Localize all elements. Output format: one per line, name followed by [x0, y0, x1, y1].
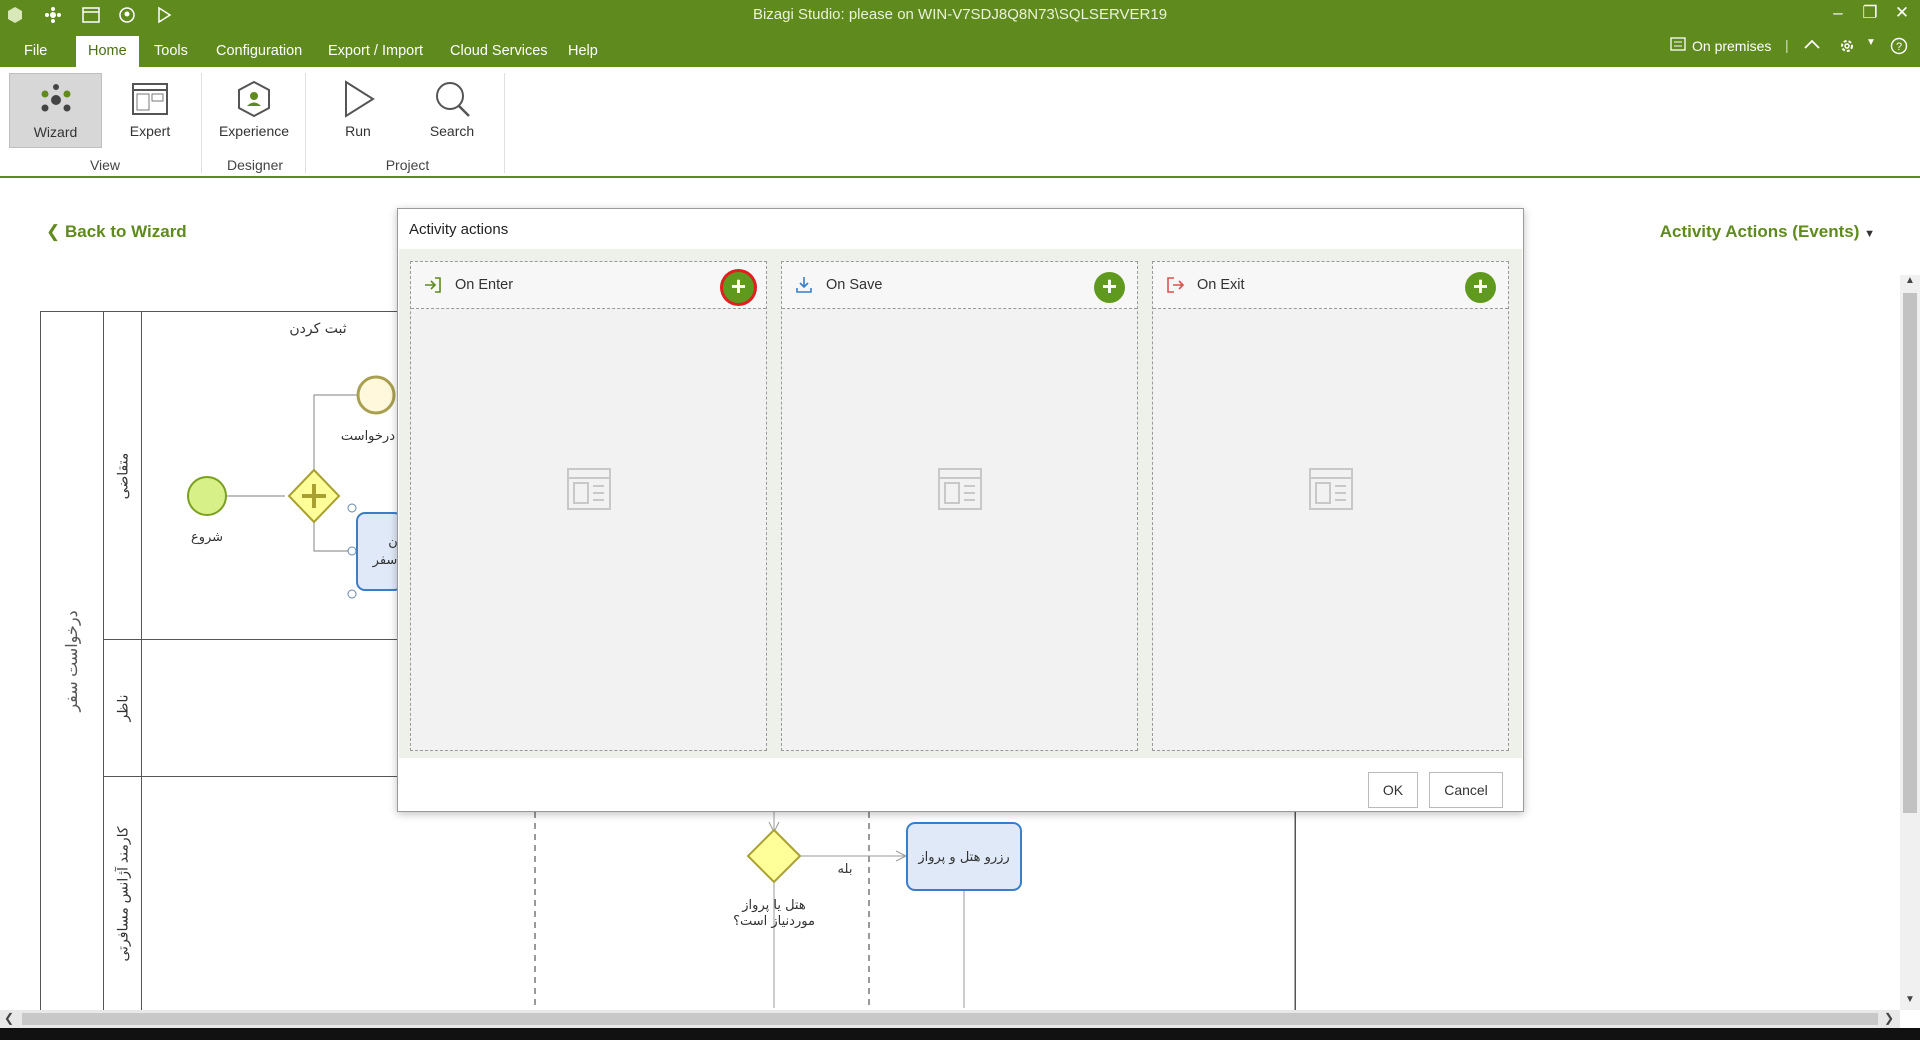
- sequence-flow: [313, 512, 356, 552]
- dialog-body: On Enter + On Save + On Exit +: [399, 249, 1522, 758]
- panel-label: On Enter: [455, 277, 514, 293]
- gateway-label-line1: هتل یا پرواز: [741, 898, 806, 913]
- end-event[interactable]: [356, 375, 396, 415]
- exclusive-gateway[interactable]: [746, 828, 802, 884]
- horizontal-scrollbar[interactable]: ❮ ❯: [0, 1010, 1900, 1028]
- activity-actions-dialog: Activity actions On Enter + On Save + On…: [397, 208, 1524, 812]
- add-on-save-action-button[interactable]: +: [1094, 272, 1125, 303]
- plus-icon: +: [1472, 271, 1489, 301]
- add-on-exit-action-button[interactable]: +: [1465, 272, 1496, 303]
- scroll-thumb[interactable]: [1903, 293, 1917, 813]
- panel-header: On Save +: [782, 262, 1137, 309]
- exit-icon: [1167, 277, 1185, 293]
- dialog-footer: OK Cancel: [398, 758, 1523, 811]
- add-on-enter-action-button[interactable]: +: [723, 272, 754, 303]
- flow-label-yes: بله: [838, 862, 853, 877]
- scroll-right-arrow[interactable]: ❯: [1884, 1011, 1894, 1025]
- start-event-label: شروع: [191, 530, 223, 545]
- scroll-thumb[interactable]: [22, 1013, 1878, 1025]
- empty-form-icon: [938, 468, 982, 510]
- task-partial[interactable]: [356, 512, 403, 591]
- scroll-left-arrow[interactable]: ❮: [4, 1011, 14, 1025]
- dialog-title: Activity actions: [409, 221, 509, 238]
- panel-header: On Exit +: [1153, 262, 1508, 309]
- scroll-up-arrow[interactable]: ▲: [1900, 275, 1920, 291]
- vertical-scrollbar[interactable]: ▲ ▼: [1900, 275, 1920, 1010]
- cancel-button[interactable]: Cancel: [1429, 772, 1503, 808]
- phase-label: ثبت کردن: [289, 321, 346, 337]
- download-icon: [796, 277, 812, 293]
- gateway-label-line2: موردنیاز است؟: [733, 914, 815, 929]
- plus-icon: +: [1101, 271, 1118, 301]
- panel-label: On Save: [826, 277, 883, 293]
- task-booking-label: رزرو هتل و پرواز: [917, 850, 1009, 865]
- on-enter-panel: On Enter +: [410, 261, 767, 751]
- empty-form-icon: [1309, 468, 1353, 510]
- end-event-label: درخواست: [341, 429, 395, 444]
- start-event[interactable]: [187, 476, 227, 516]
- connection-handle[interactable]: [347, 503, 357, 513]
- task-partial-text-bottom: سفر: [372, 553, 398, 568]
- enter-icon: [425, 277, 441, 293]
- plus-icon: +: [730, 271, 747, 301]
- panel-label: On Exit: [1197, 277, 1245, 293]
- connection-handle[interactable]: [347, 589, 357, 599]
- taskbar: [0, 1028, 1920, 1040]
- panel-header: On Enter +: [411, 262, 766, 309]
- parallel-gateway[interactable]: [287, 468, 341, 524]
- scroll-down-arrow[interactable]: ▼: [1900, 994, 1920, 1010]
- empty-form-icon: [567, 468, 611, 510]
- on-save-panel: On Save +: [781, 261, 1138, 751]
- ok-button[interactable]: OK: [1368, 772, 1418, 808]
- on-exit-panel: On Exit +: [1152, 261, 1509, 751]
- connection-handle[interactable]: [347, 546, 357, 556]
